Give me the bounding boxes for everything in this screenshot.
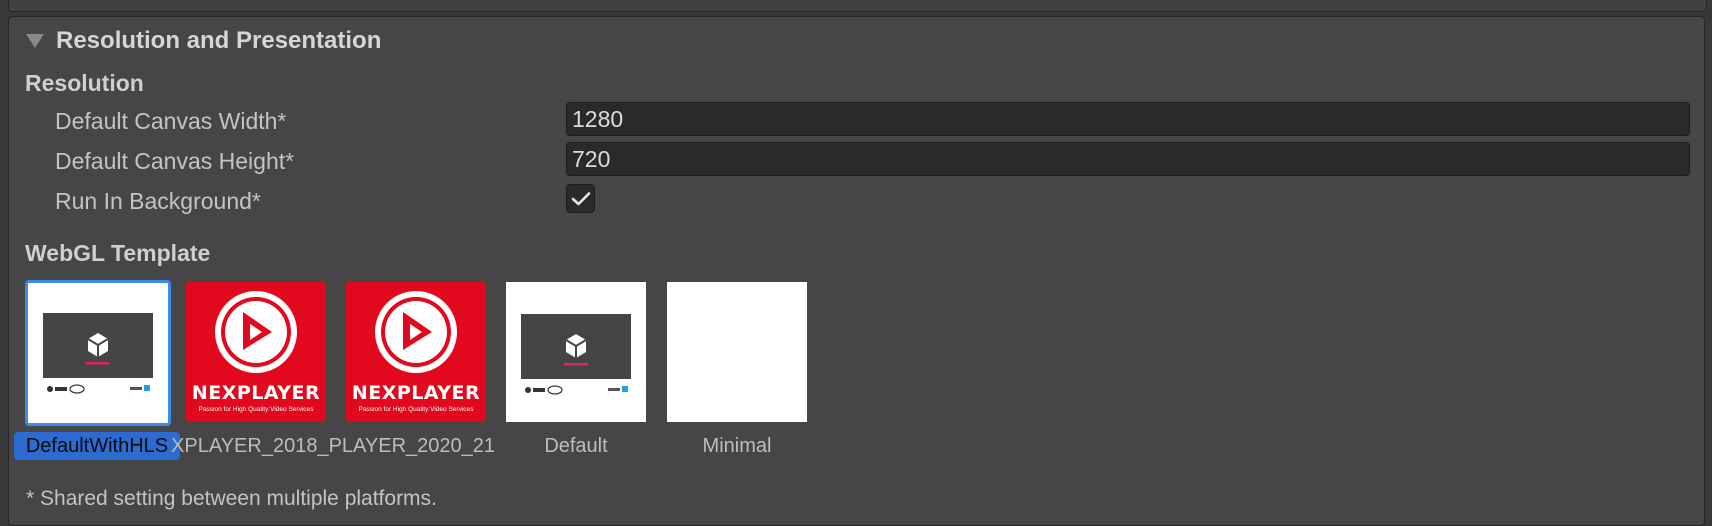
resolution-heading: Resolution [25, 70, 144, 96]
section-header[interactable]: Resolution and Presentation [18, 26, 381, 56]
template-thumb-minimal[interactable] [667, 282, 807, 422]
template-label-defaultwithhls[interactable]: DefaultWithHLS [14, 432, 180, 460]
template-preview [506, 282, 646, 422]
webgl-template-heading: WebGL Template [25, 240, 211, 266]
template-label-nexplayer-2018[interactable]: NEXPLAYER_2018_PLAYER_2020_21 [170, 432, 495, 460]
run-in-background-label: Run In Background* [55, 188, 261, 214]
shared-setting-footnote: * Shared setting between multiple platfo… [26, 487, 437, 510]
checkmark-icon [571, 191, 590, 205]
template-thumb-defaultwithhls[interactable] [25, 280, 171, 426]
foldout-triangle-icon[interactable] [26, 34, 44, 48]
template-label-default[interactable]: Default [506, 432, 646, 460]
canvas-height-input[interactable] [566, 142, 1690, 176]
template-thumb-nexplayer-2020[interactable]: NEXPLAYER Passion for High Quality Video… [346, 282, 486, 422]
template-preview-blank [667, 282, 807, 422]
template-label-minimal[interactable]: Minimal [667, 432, 807, 460]
template-label-text: NEXPLAYER_2018_PLAYER_2020_21 [170, 435, 495, 457]
canvas-width-label: Default Canvas Width* [55, 108, 287, 134]
previous-section-panel [8, 0, 1707, 12]
canvas-height-label: Default Canvas Height* [55, 148, 295, 174]
section-title: Resolution and Presentation [56, 27, 382, 54]
canvas-width-input[interactable] [566, 102, 1690, 136]
template-thumb-nexplayer-2018[interactable]: NEXPLAYER Passion for High Quality Video… [186, 282, 326, 422]
template-thumb-default[interactable] [506, 282, 646, 422]
unity-preview-icon [43, 313, 153, 394]
nexplayer-tagline: Passion for High Quality Video Services [198, 406, 314, 413]
run-in-background-checkbox[interactable] [566, 184, 595, 213]
unity-preview-icon [521, 314, 631, 395]
template-preview [28, 283, 168, 423]
nexplayer-logo-text: NEXPLAYER [191, 382, 321, 404]
nexplayer-tagline: Passion for High Quality Video Services [358, 406, 474, 413]
nexplayer-logo-text: NEXPLAYER [351, 382, 481, 404]
